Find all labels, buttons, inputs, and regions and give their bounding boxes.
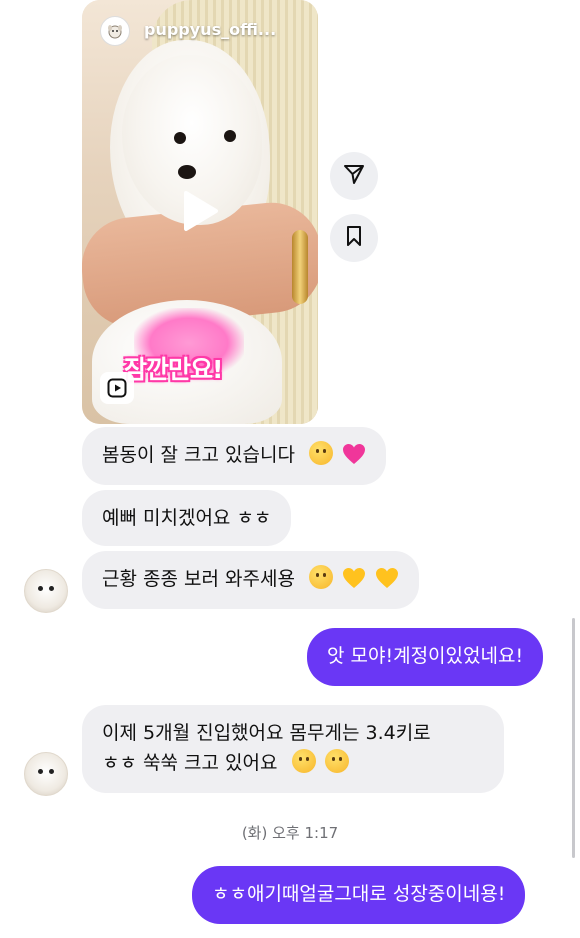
scrollbar[interactable]: [572, 618, 575, 858]
puppy-eye-right: [224, 130, 236, 142]
incoming-message[interactable]: 예뻐 미치겠어요 ㅎㅎ: [82, 490, 292, 546]
message-timestamp: (화) 오후 1:17: [241, 824, 339, 842]
send-icon: [343, 163, 365, 189]
puppy-eye-left: [174, 132, 186, 144]
pink-heart-emoji: [342, 443, 366, 465]
shared-reel-card[interactable]: 잠깐만요! puppyus_offi...: [82, 0, 318, 424]
reel-caption: 잠깐만요!: [124, 355, 223, 384]
message-text: 근황 종종 보러 와주세용: [102, 568, 295, 590]
kissing-closed-eyes-emoji: [324, 749, 349, 773]
save-button[interactable]: [330, 214, 378, 262]
kissing-face-emoji: [308, 441, 333, 465]
bracelet-graphic: [292, 230, 308, 304]
message-text: 봄동이 잘 크고 있습니다: [102, 444, 295, 466]
kissing-closed-eyes-emoji: [291, 749, 316, 773]
puppy-nose: [178, 165, 196, 179]
reels-icon: [100, 372, 134, 404]
outgoing-message[interactable]: 앗 모야!계정이있었네요!: [307, 628, 544, 686]
incoming-message[interactable]: 봄동이 잘 크고 있습니다: [82, 427, 387, 485]
message-text: 앗 모야!계정이있었네요!: [327, 645, 524, 667]
yellow-heart-emoji: [342, 567, 366, 589]
send-button[interactable]: [330, 152, 378, 200]
avatar[interactable]: [24, 752, 68, 796]
incoming-message[interactable]: 근황 종종 보러 와주세용: [82, 551, 420, 609]
avatar[interactable]: [24, 569, 68, 613]
play-icon[interactable]: [180, 190, 220, 232]
message-text-line-2: ㅎㅎ 쑥쑥 크고 있어요: [102, 752, 278, 774]
message-text-line-1: 이제 5개월 진입했어요 몸무게는 3.4키로: [102, 722, 431, 744]
message-text: 예뻐 미치겠어요 ㅎㅎ: [102, 507, 272, 529]
tongue-face-emoji: [308, 565, 333, 589]
outgoing-message[interactable]: ㅎㅎ애기때얼굴그대로 성장중이네용!: [192, 866, 526, 924]
reel-account-name[interactable]: puppyus_offi...: [144, 20, 276, 39]
message-text: ㅎㅎ애기때얼굴그대로 성장중이네용!: [212, 883, 506, 905]
dog-logo-icon[interactable]: [100, 16, 130, 46]
incoming-message[interactable]: 이제 5개월 진입했어요 몸무게는 3.4키로 ㅎㅎ 쑥쑥 크고 있어요: [82, 705, 504, 793]
bookmark-icon: [344, 225, 364, 251]
yellow-heart-emoji: [375, 567, 399, 589]
